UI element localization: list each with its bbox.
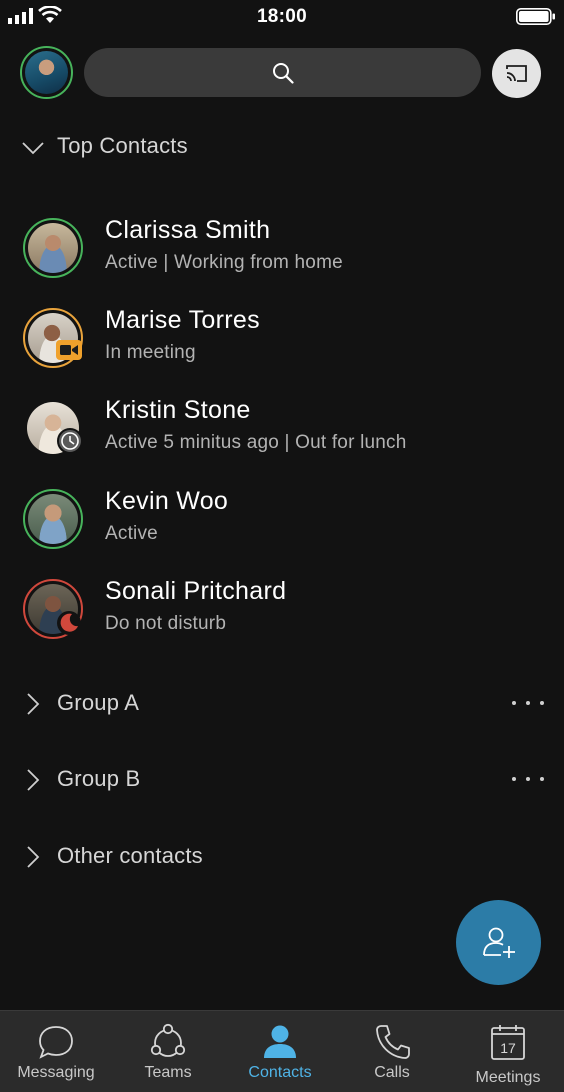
video-camera-icon — [56, 340, 82, 360]
contact-status: Active 5 minitus ago | Out for lunch — [105, 432, 407, 453]
teams-icon — [150, 1023, 186, 1057]
tab-label: Meetings — [475, 1069, 541, 1086]
chat-bubble-icon — [39, 1026, 73, 1059]
group-b-header[interactable]: Group B — [0, 759, 564, 799]
add-contact-button[interactable] — [456, 900, 541, 985]
tab-label: Contacts — [248, 1064, 312, 1081]
contact-name: Kevin Woo — [105, 487, 229, 515]
contact-status: Active — [105, 523, 158, 544]
calendar-day: 17 — [500, 1040, 516, 1056]
cast-button[interactable] — [492, 49, 541, 98]
clock-icon — [57, 428, 83, 454]
tab-label: Messaging — [17, 1064, 95, 1081]
status-time: 18:00 — [256, 6, 308, 27]
contact-name: Sonali Pritchard — [105, 577, 287, 605]
tab-teams[interactable]: Teams — [112, 1011, 224, 1092]
avatar — [23, 489, 83, 549]
battery-icon — [516, 8, 555, 25]
contact-item-kristin-stone[interactable]: Kristin Stone Active 5 minitus ago | Out… — [0, 396, 564, 476]
chevron-right-icon — [27, 846, 40, 868]
contact-status: Do not disturb — [105, 613, 227, 634]
my-avatar[interactable] — [20, 46, 73, 99]
tab-contacts[interactable]: Contacts — [224, 1011, 336, 1092]
more-options-icon[interactable] — [512, 693, 544, 713]
section-label: Group A — [57, 690, 140, 715]
search-bar[interactable] — [84, 48, 481, 97]
top-bar — [0, 46, 564, 99]
chevron-right-icon — [27, 769, 40, 791]
calendar-icon: 17 — [491, 1025, 525, 1060]
other-contacts-header[interactable]: Other contacts — [0, 836, 564, 876]
status-bar: 18:00 — [0, 0, 564, 34]
cast-icon — [506, 65, 527, 82]
do-not-disturb-icon — [57, 611, 81, 635]
section-label: Top Contacts — [57, 133, 188, 158]
tab-meetings[interactable]: 17 Meetings — [452, 1011, 564, 1092]
bottom-navigation: Messaging Teams Contacts Calls 17 Meetin… — [0, 1010, 564, 1092]
tab-label: Calls — [374, 1064, 410, 1081]
search-icon — [273, 63, 294, 84]
phone-icon — [376, 1025, 410, 1059]
contact-name: Marise Torres — [105, 306, 260, 334]
section-label: Group B — [57, 766, 141, 791]
contact-status: Active | Working from home — [105, 252, 343, 273]
contact-item-sonali-pritchard[interactable]: Sonali Pritchard Do not disturb — [0, 577, 564, 657]
chevron-down-icon — [22, 142, 44, 155]
contact-name: Clarissa Smith — [105, 216, 271, 244]
top-contacts-header[interactable]: Top Contacts — [0, 126, 564, 166]
contact-item-marise-torres[interactable]: Marise Torres In meeting — [0, 306, 564, 386]
contact-item-clarissa-smith[interactable]: Clarissa Smith Active | Working from hom… — [0, 216, 564, 296]
section-label: Other contacts — [57, 843, 203, 868]
add-person-icon — [483, 927, 515, 958]
tab-messaging[interactable]: Messaging — [0, 1011, 112, 1092]
tab-calls[interactable]: Calls — [336, 1011, 448, 1092]
contact-item-kevin-woo[interactable]: Kevin Woo Active — [0, 487, 564, 567]
group-a-header[interactable]: Group A — [0, 683, 564, 723]
person-icon — [264, 1025, 296, 1058]
tab-label: Teams — [144, 1064, 192, 1081]
contact-status: In meeting — [105, 342, 196, 363]
avatar — [23, 218, 83, 278]
chevron-right-icon — [27, 693, 40, 715]
more-options-icon[interactable] — [512, 769, 544, 789]
contact-name: Kristin Stone — [105, 396, 251, 424]
